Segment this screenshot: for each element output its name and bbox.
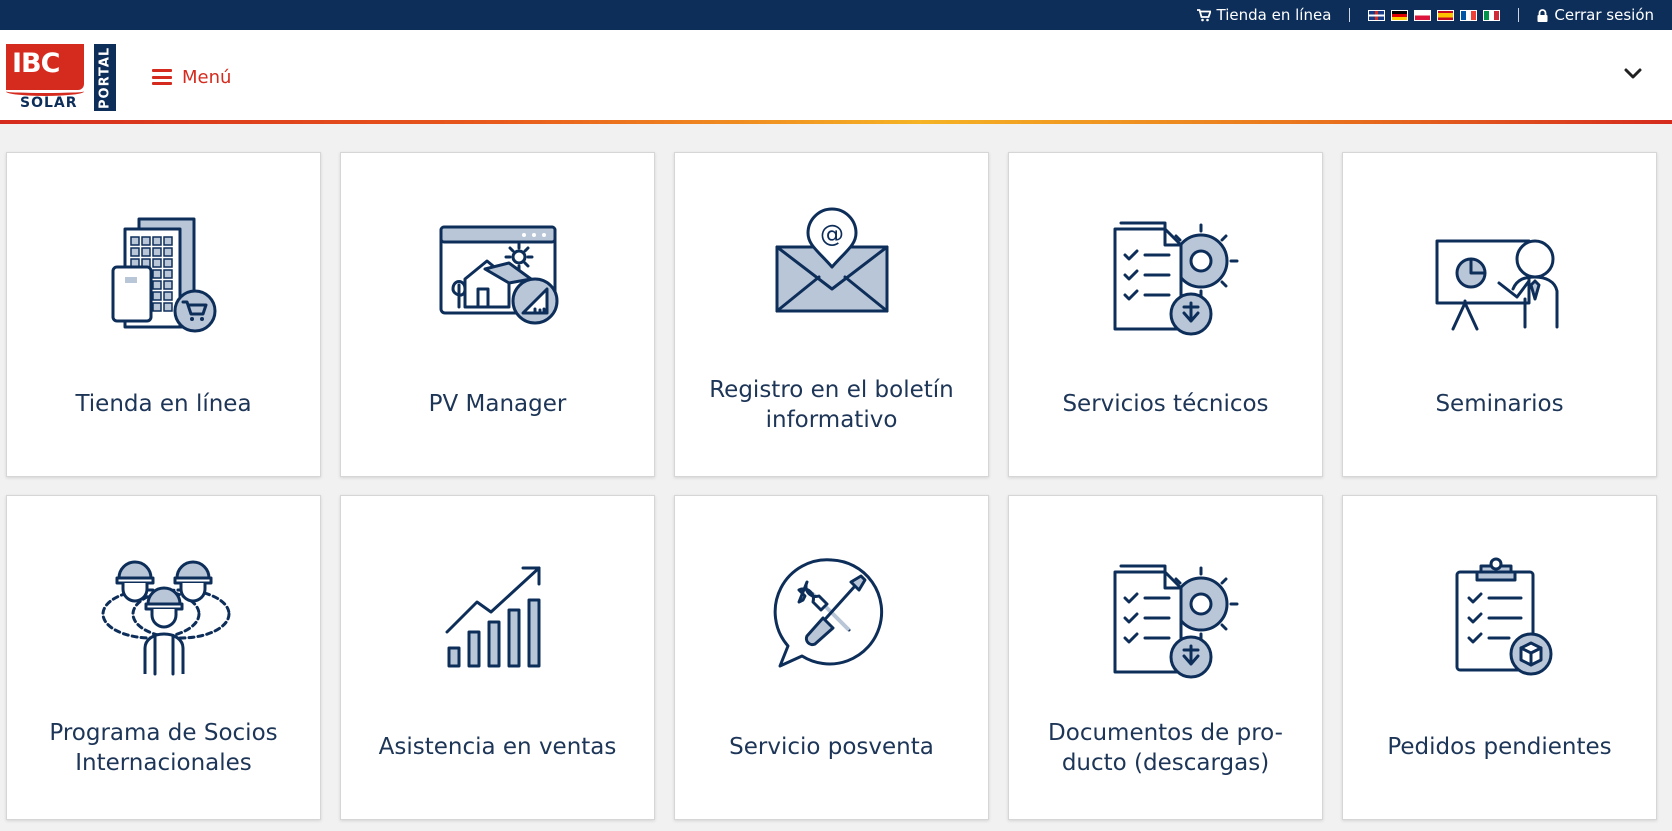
chevron-down-icon[interactable] xyxy=(1622,62,1644,84)
tile-online-shop[interactable]: Tienda en línea xyxy=(6,152,321,477)
flag-fr-icon[interactable] xyxy=(1460,9,1478,21)
tile-after-sales[interactable]: Servicio posventa xyxy=(674,495,989,820)
tile-label: PV Manager xyxy=(428,391,567,417)
partner-program-icon xyxy=(101,560,230,676)
hamburger-icon xyxy=(152,69,172,85)
seminar-icon xyxy=(1435,239,1558,331)
portal-tiles: Tienda en línea PV Manager @ Registro en xyxy=(6,152,1657,820)
ibc-solar-logo[interactable]: IBC SOLAR PORTAL xyxy=(6,43,116,111)
tile-pv-manager[interactable]: PV Manager xyxy=(340,152,655,477)
logo-mark: IBC SOLAR xyxy=(6,43,84,111)
divider xyxy=(1349,8,1351,22)
technical-services-icon xyxy=(1113,221,1238,336)
shop-link[interactable]: Tienda en línea xyxy=(1196,6,1332,24)
online-shop-icon xyxy=(111,217,216,333)
pending-orders-icon xyxy=(1455,557,1552,676)
logo-ibc: IBC xyxy=(6,43,84,96)
logout-label: Cerrar sesión xyxy=(1554,6,1654,24)
product-documents-icon xyxy=(1113,564,1238,679)
flag-uk-icon[interactable] xyxy=(1368,9,1386,21)
tile-label: Servicio posventa xyxy=(729,734,934,760)
menu-label: Menú xyxy=(182,66,232,88)
top-bar: Tienda en línea Cerrar sesión xyxy=(0,0,1672,30)
tile-label: Pedidos pendientes xyxy=(1387,734,1612,760)
tile-label: Servicios técnicos xyxy=(1062,391,1269,417)
after-sales-icon xyxy=(773,558,883,668)
tile-sales-assistance[interactable]: Asistencia en ventas xyxy=(340,495,655,820)
logo-solar: SOLAR xyxy=(20,94,78,111)
shop-link-label: Tienda en línea xyxy=(1216,6,1332,24)
menu-button[interactable]: Menú xyxy=(152,67,231,88)
logout-link[interactable]: Cerrar sesión xyxy=(1537,6,1654,24)
tile-label: Programa de Socios Internacionales xyxy=(49,720,278,776)
cart-icon xyxy=(1196,8,1211,21)
tile-label: Documentos de pro-ducto (descargas) xyxy=(1048,720,1283,776)
tile-label: Registro en el boletín informativo xyxy=(709,377,954,433)
tile-partner-program[interactable]: Programa de Socios Internacionales xyxy=(6,495,321,820)
language-switcher xyxy=(1368,9,1501,21)
header-gradient-line xyxy=(0,120,1672,124)
tile-technical-services[interactable]: Servicios técnicos xyxy=(1008,152,1323,477)
tile-seminars[interactable]: Seminarios xyxy=(1342,152,1657,477)
flag-it-icon[interactable] xyxy=(1483,9,1501,21)
divider xyxy=(1518,8,1520,22)
pv-manager-icon xyxy=(439,225,558,325)
tile-label: Tienda en línea xyxy=(75,391,252,417)
header: IBC SOLAR PORTAL Menú xyxy=(0,30,1672,124)
tile-pending-orders[interactable]: Pedidos pendientes xyxy=(1342,495,1657,820)
sales-growth-icon xyxy=(445,566,540,668)
newsletter-icon: @ xyxy=(775,207,888,313)
tile-label: Asistencia en ventas xyxy=(378,734,617,760)
tile-newsletter[interactable]: @ Registro en el boletín informativo xyxy=(674,152,989,477)
tile-product-documents[interactable]: Documentos de pro-ducto (descargas) xyxy=(1008,495,1323,820)
flag-de-icon[interactable] xyxy=(1391,9,1409,21)
flag-pl-icon[interactable] xyxy=(1414,9,1432,21)
logo-portal: PORTAL xyxy=(94,43,116,111)
flag-es-icon[interactable] xyxy=(1437,9,1455,21)
tile-label: Seminarios xyxy=(1435,391,1564,417)
lock-icon xyxy=(1537,8,1548,22)
svg-text:@: @ xyxy=(820,220,844,248)
